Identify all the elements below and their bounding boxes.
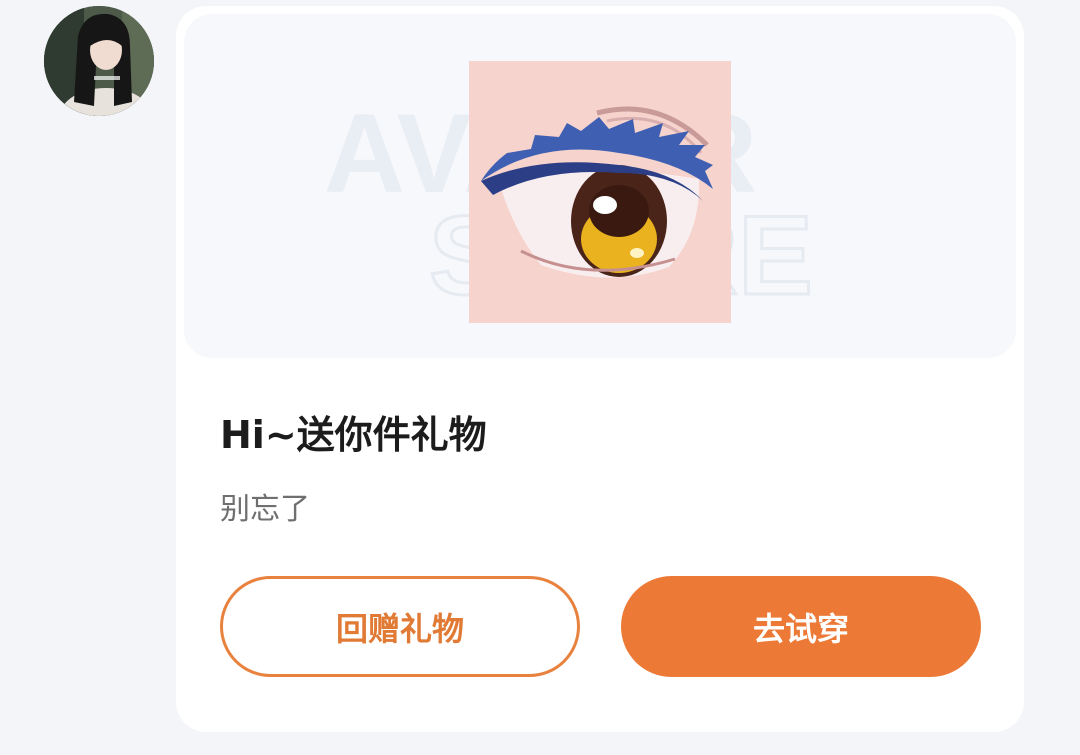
gift-subtitle: 别忘了 [220, 492, 310, 527]
avatar-photo [44, 6, 154, 116]
gift-message-card: AVATAR STORE [176, 6, 1024, 732]
gift-title: Hi~送你件礼物 [220, 413, 487, 457]
anime-eye-icon [469, 61, 731, 323]
return-gift-button[interactable]: 回赠礼物 [220, 576, 580, 677]
gift-item-image[interactable] [469, 61, 731, 323]
gift-preview-area: AVATAR STORE [184, 14, 1016, 358]
try-on-button[interactable]: 去试穿 [621, 576, 981, 677]
sender-avatar[interactable] [44, 6, 154, 116]
